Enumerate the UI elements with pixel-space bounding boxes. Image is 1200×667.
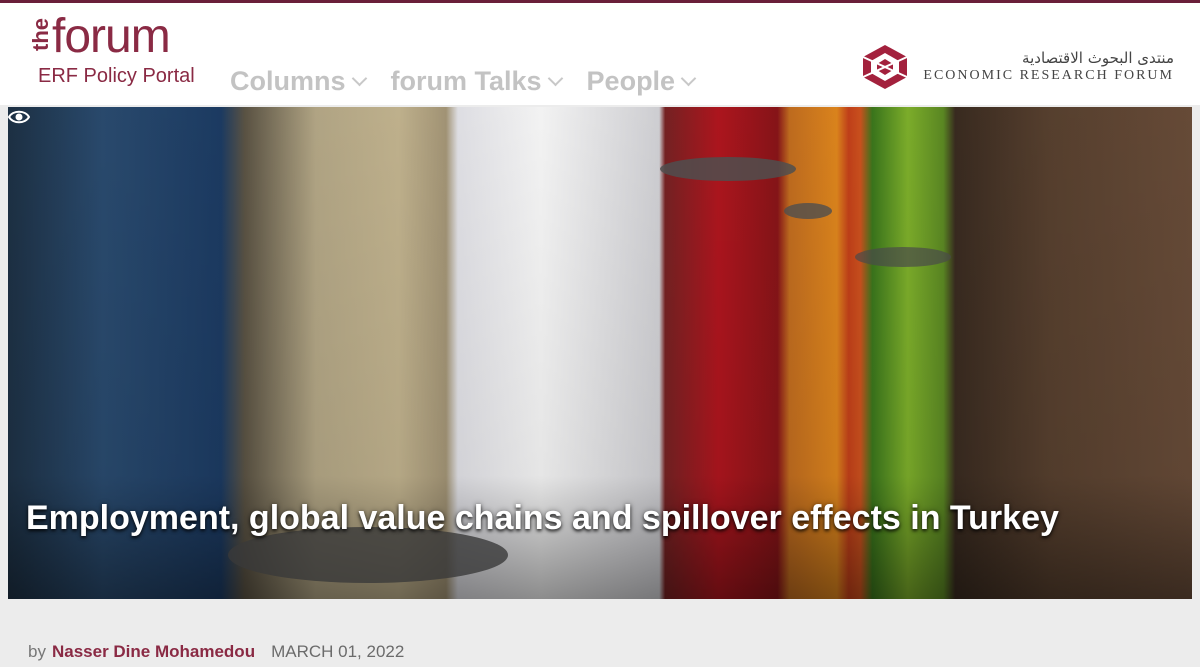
publish-date: MARCH 01, 2022 (271, 642, 405, 661)
logo-the: the (28, 18, 53, 51)
hero-image[interactable]: Employment, global value chains and spil… (8, 107, 1192, 599)
chevron-down-icon (351, 70, 367, 86)
nav-item-forum-talks[interactable]: forum Talks (390, 65, 563, 97)
by-label: by (28, 642, 46, 661)
nav-item-label: Columns (230, 65, 346, 96)
erf-english-name: ECONOMIC RESEARCH FORUM (923, 68, 1174, 83)
nav-item-people[interactable]: People (586, 65, 697, 97)
article-title[interactable]: Employment, global value chains and spil… (26, 499, 1059, 538)
nav-item-columns[interactable]: Columns (230, 65, 367, 97)
author-link[interactable]: Nasser Dine Mohamedou (52, 642, 255, 662)
chevron-down-icon (680, 70, 697, 86)
article-byline: by Nasser Dine Mohamedou MARCH 01, 2022 (28, 642, 404, 662)
forum-logo[interactable]: the forum ERF Policy Portal (28, 10, 205, 95)
logo-word: forum (52, 10, 171, 63)
erf-arabic-name: منتدى البحوث الاقتصادية (1022, 49, 1174, 67)
erf-logo-icon (862, 45, 908, 89)
nav-item-label: People (586, 65, 676, 96)
eye-icon (8, 110, 30, 124)
nav-item-label: forum Talks (390, 65, 542, 96)
site-header: the forum ERF Policy Portal Columns foru… (0, 3, 1200, 105)
logo-subtitle: ERF Policy Portal (38, 65, 195, 87)
chevron-down-icon (547, 70, 563, 86)
erf-brand[interactable]: منتدى البحوث الاقتصادية ECONOMIC RESEARC… (857, 41, 1174, 93)
main-nav: Columns forum Talks People (230, 61, 697, 101)
